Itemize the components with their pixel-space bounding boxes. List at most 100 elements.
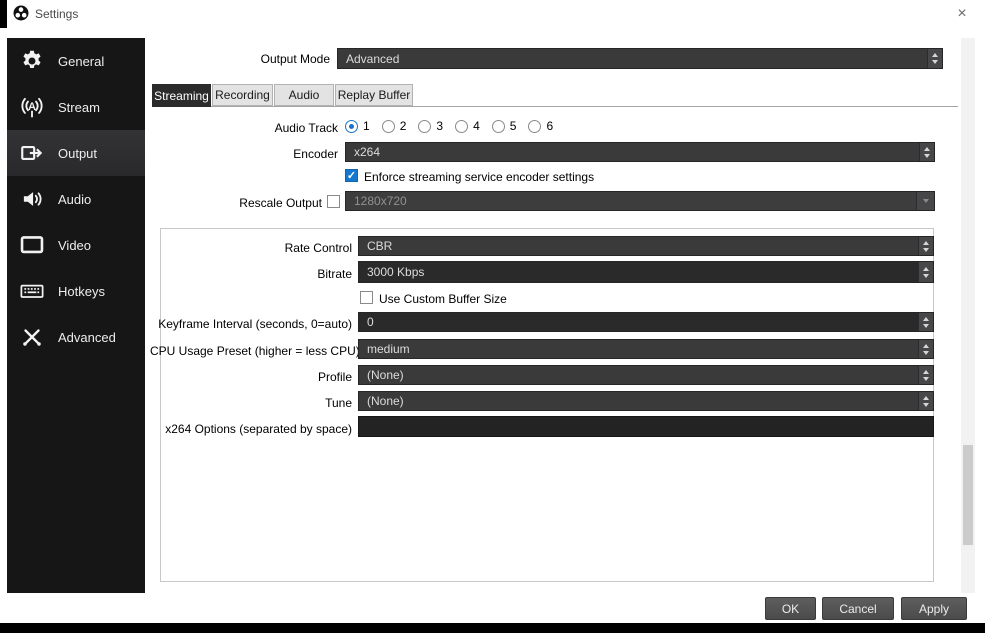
apply-button-label: Apply [918, 601, 950, 616]
scrollbar[interactable] [961, 38, 975, 593]
chevron-down-icon [923, 323, 929, 328]
settings-window: Settings × General A Stream Output Audio… [0, 0, 985, 633]
bitrate-spinner[interactable]: 3000 Kbps [358, 261, 934, 283]
radio-track-5[interactable]: 5 [491, 119, 517, 133]
rescale-dropdown[interactable]: 1280x720 [345, 191, 935, 211]
keyboard-icon [18, 277, 46, 305]
sidebar-item-audio[interactable]: Audio [7, 176, 145, 222]
tab-label: Recording [215, 88, 270, 102]
output-mode-dropdown[interactable]: Advanced [337, 48, 943, 69]
encoder-label: Encoder [293, 147, 338, 161]
dropdown-arrows[interactable] [916, 192, 934, 210]
gear-icon [18, 47, 46, 75]
chevron-up-icon [924, 146, 930, 151]
dropdown-arrows[interactable] [927, 49, 942, 68]
chevron-up-icon [923, 395, 929, 400]
dropdown-arrows[interactable] [918, 237, 933, 255]
chevron-up-icon [923, 240, 929, 245]
sidebar-item-label: Stream [58, 99, 100, 115]
sidebar-item-video[interactable]: Video [7, 222, 145, 268]
cancel-button-label: Cancel [839, 601, 877, 616]
x264-options-label: x264 Options (separated by space) [165, 422, 352, 436]
enforce-checkbox[interactable]: ✓ [345, 169, 358, 182]
chevron-up-icon [923, 266, 929, 271]
cancel-button[interactable]: Cancel [822, 597, 894, 620]
x264-options-input[interactable] [358, 416, 934, 437]
spinner-arrows[interactable] [918, 262, 933, 282]
tune-dropdown[interactable]: (None) [358, 391, 934, 411]
tabbar-divider [152, 106, 958, 107]
sidebar-item-label: General [58, 53, 105, 69]
apply-button[interactable]: Apply [901, 597, 967, 620]
keyframe-value: 0 [367, 315, 374, 329]
tune-label: Tune [325, 396, 352, 410]
custom-buffer-checkbox[interactable] [360, 291, 373, 304]
screen-bottom-edge [0, 623, 985, 633]
tab-label: Streaming [154, 88, 209, 103]
sidebar-item-stream[interactable]: A Stream [7, 84, 145, 130]
chevron-down-icon [923, 402, 929, 407]
radio-label: 2 [399, 119, 407, 133]
radio-track-1[interactable]: 1 [345, 119, 370, 133]
ok-button-label: OK [781, 601, 800, 616]
scrollbar-thumb[interactable] [963, 445, 973, 545]
chevron-down-icon [923, 273, 929, 278]
radio-track-2[interactable]: 2 [381, 119, 407, 133]
audio-track-label: Audio Track [274, 121, 338, 135]
dropdown-arrows[interactable] [918, 392, 933, 410]
bitrate-label: Bitrate [317, 267, 352, 281]
output-icon [18, 139, 46, 167]
sidebar-item-output[interactable]: Output [7, 130, 145, 176]
tab-streaming[interactable]: Streaming [152, 84, 211, 107]
cpu-preset-label: CPU Usage Preset (higher = less CPU) [150, 344, 360, 358]
sidebar-item-label: Hotkeys [58, 283, 105, 299]
titlebar[interactable]: Settings × [7, 0, 985, 28]
tab-label: Audio [288, 88, 320, 102]
encoder-dropdown[interactable]: x264 [345, 142, 935, 162]
sidebar-item-advanced[interactable]: Advanced [7, 314, 145, 360]
profile-dropdown[interactable]: (None) [358, 365, 934, 385]
chevron-up-icon [923, 369, 929, 374]
chevron-up-icon [923, 316, 929, 321]
radio-track-3[interactable]: 3 [418, 119, 443, 133]
radio-track-6[interactable]: 6 [528, 119, 553, 133]
close-icon: × [957, 4, 967, 22]
chevron-down-icon [922, 199, 929, 203]
radio-label: 5 [509, 119, 517, 133]
rate-control-dropdown[interactable]: CBR [358, 236, 934, 256]
rescale-label: Rescale Output [239, 196, 322, 210]
ok-button[interactable]: OK [765, 597, 816, 620]
chevron-down-icon [923, 350, 929, 355]
chevron-up-icon [932, 53, 938, 57]
sidebar: General A Stream Output Audio Video Hotk… [7, 38, 145, 593]
cpu-preset-dropdown[interactable]: medium [358, 339, 934, 359]
radio-dot [455, 119, 469, 133]
dropdown-arrows[interactable] [918, 366, 933, 384]
dropdown-arrows[interactable] [918, 340, 933, 358]
spinner-arrows[interactable] [918, 313, 933, 331]
radio-dot [528, 119, 542, 133]
enforce-label: Enforce streaming service encoder settin… [364, 170, 595, 184]
profile-label: Profile [317, 370, 352, 384]
screen-corner [0, 0, 7, 28]
rescale-checkbox[interactable] [327, 195, 340, 208]
output-mode-label: Output Mode [260, 52, 330, 66]
chevron-down-icon [924, 153, 930, 158]
rate-control-value: CBR [367, 239, 393, 253]
sidebar-item-general[interactable]: General [7, 38, 145, 84]
keyframe-spinner[interactable]: 0 [358, 312, 934, 332]
sidebar-item-label: Video [58, 237, 92, 253]
sidebar-item-hotkeys[interactable]: Hotkeys [7, 268, 145, 314]
bitrate-value: 3000 Kbps [367, 265, 425, 279]
close-button[interactable]: × [947, 0, 977, 27]
tab-audio[interactable]: Audio [274, 84, 334, 106]
tools-icon [18, 323, 46, 351]
radio-label: 1 [363, 119, 370, 133]
dropdown-arrows[interactable] [919, 143, 934, 161]
sidebar-item-label: Advanced [58, 329, 116, 345]
chevron-down-icon [923, 376, 929, 381]
tab-recording[interactable]: Recording [212, 84, 273, 106]
radio-track-4[interactable]: 4 [455, 119, 480, 133]
tab-replay-buffer[interactable]: Replay Buffer [335, 84, 413, 106]
rate-control-label: Rate Control [284, 241, 352, 255]
